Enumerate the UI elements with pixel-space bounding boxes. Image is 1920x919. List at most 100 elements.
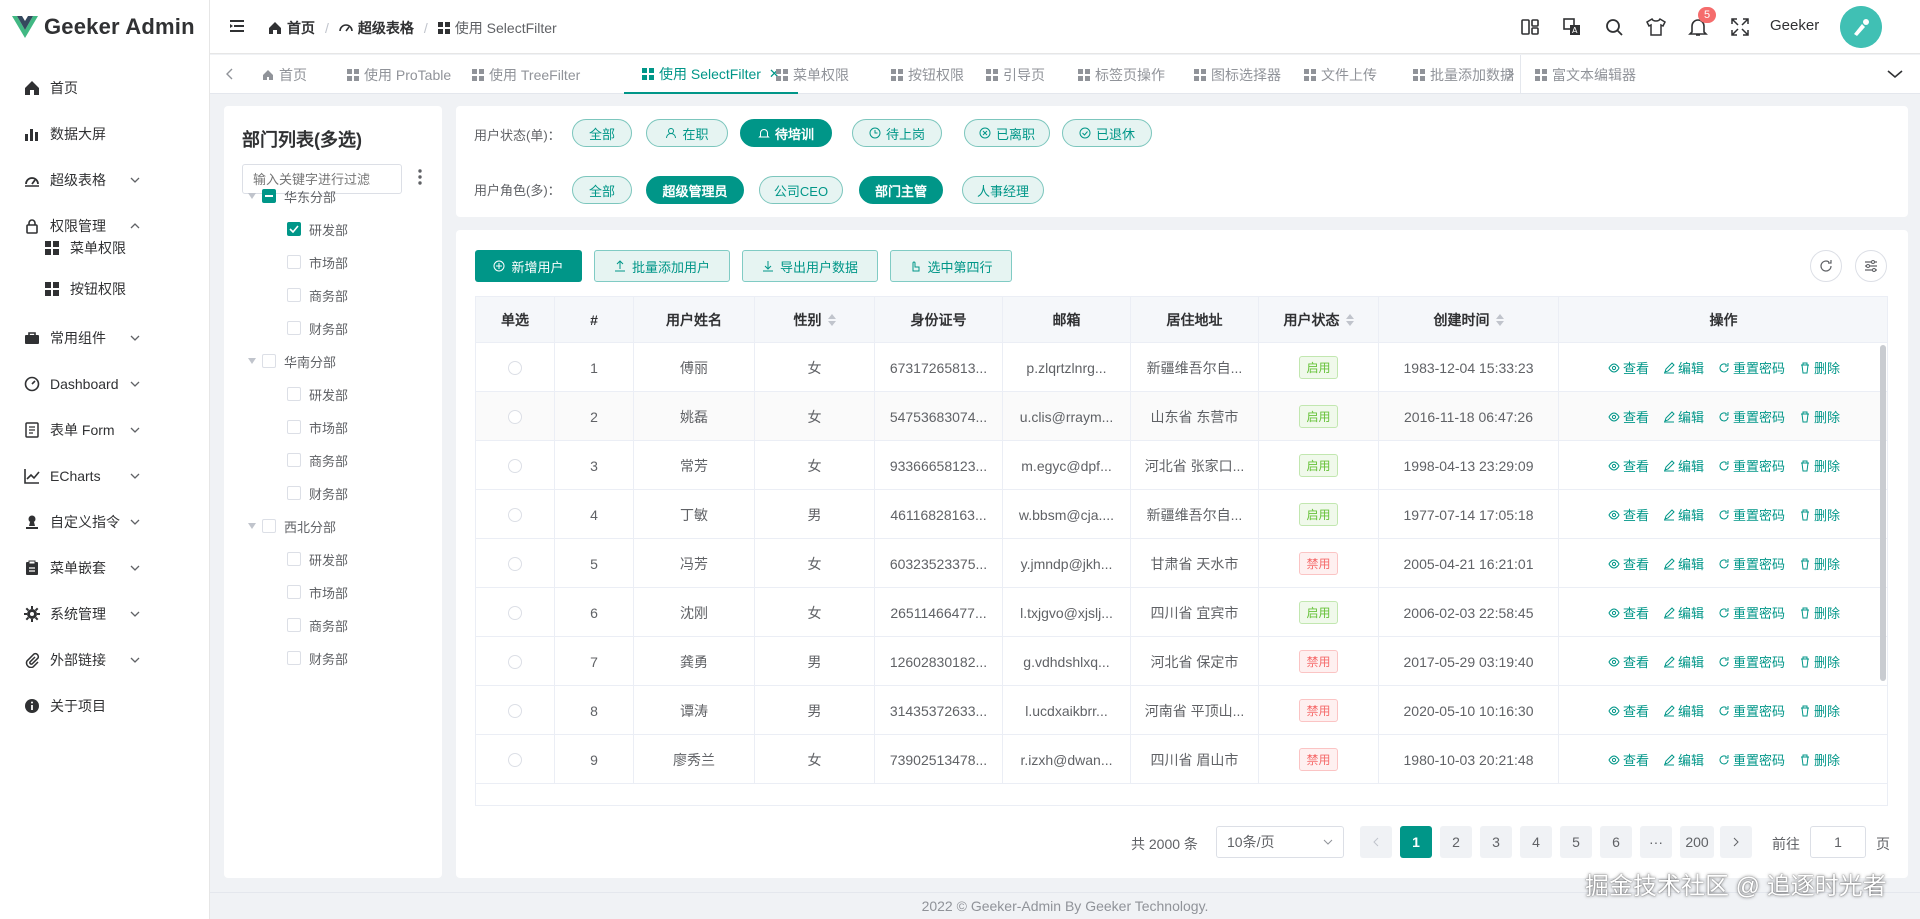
- tree-checkbox[interactable]: [287, 552, 301, 566]
- row-radio[interactable]: [508, 654, 522, 669]
- status-option-6[interactable]: 已退休: [1062, 119, 1152, 147]
- table-row[interactable]: 5 冯芳女 60323523375... y.jmndp@jkh... 甘肃省 天水市 禁…: [476, 539, 1887, 588]
- table-row-partial[interactable]: [476, 784, 1887, 805]
- row-action-2[interactable]: 编辑: [1663, 456, 1704, 475]
- row-radio[interactable]: [508, 458, 522, 473]
- tree-node[interactable]: 市场部: [287, 416, 348, 438]
- tree-checkbox[interactable]: [287, 255, 301, 269]
- role-option-5[interactable]: 人事经理: [962, 176, 1044, 204]
- caret-down-icon[interactable]: [248, 523, 256, 529]
- tree-checkbox[interactable]: [287, 222, 301, 236]
- batch-add-button[interactable]: 批量添加用户: [594, 250, 730, 282]
- tree-checkbox[interactable]: [287, 288, 301, 302]
- row-action-1[interactable]: 查看: [1608, 554, 1649, 573]
- tab-6[interactable]: 按钮权限: [891, 55, 964, 94]
- table-row[interactable]: 8 谭涛男 31435372633... l.ucdxaikbrr... 河南省 平顶山…: [476, 686, 1887, 735]
- status-option-2[interactable]: 在职: [646, 119, 728, 147]
- row-action-1[interactable]: 查看: [1608, 505, 1649, 524]
- row-action-1[interactable]: 查看: [1608, 456, 1649, 475]
- column-header[interactable]: 创建时间: [1379, 297, 1559, 343]
- tree-node[interactable]: 华东分部: [248, 185, 336, 207]
- username[interactable]: Geeker: [1770, 17, 1819, 34]
- row-action-4[interactable]: 删除: [1799, 407, 1840, 426]
- status-option-4[interactable]: 待上岗: [852, 119, 942, 147]
- row-action-3[interactable]: 重置密码: [1718, 652, 1785, 671]
- tree-node[interactable]: 研发部: [287, 218, 348, 240]
- column-header[interactable]: 性别: [755, 297, 875, 343]
- tab-3[interactable]: 使用 TreeFilter: [472, 55, 580, 94]
- row-action-2[interactable]: 编辑: [1663, 603, 1704, 622]
- row-action-3[interactable]: 重置密码: [1718, 358, 1785, 377]
- breadcrumb-item-home[interactable]: 首页: [287, 18, 315, 38]
- tree-checkbox[interactable]: [287, 618, 301, 632]
- tree-node[interactable]: 商务部: [287, 449, 348, 471]
- tree-checkbox[interactable]: [287, 486, 301, 500]
- tree-checkbox[interactable]: [262, 519, 276, 533]
- table-row[interactable]: 4 丁敏男 46116828163... w.bbsm@cja.... 新疆维吾尔自..…: [476, 490, 1887, 539]
- row-action-2[interactable]: 编辑: [1663, 701, 1704, 720]
- sidebar-item-15[interactable]: 关于项目: [0, 678, 210, 734]
- page-button[interactable]: 4: [1520, 826, 1552, 858]
- add-user-button[interactable]: 新增用户: [475, 250, 582, 282]
- tabs-dropdown-icon[interactable]: [1887, 68, 1903, 80]
- page-button[interactable]: 6: [1600, 826, 1632, 858]
- sort-icon[interactable]: [1345, 313, 1354, 326]
- table-row[interactable]: 1 傅丽女 67317265813... p.zlqrtzlnrg... 新疆维吾尔自.…: [476, 343, 1887, 392]
- breadcrumb-item-table[interactable]: 超级表格: [358, 18, 414, 38]
- row-action-1[interactable]: 查看: [1608, 652, 1649, 671]
- tree-checkbox[interactable]: [287, 387, 301, 401]
- row-action-2[interactable]: 编辑: [1663, 750, 1704, 769]
- table-row[interactable]: 3 常芳女 93366658123... m.egyc@dpf... 河北省 张家口..…: [476, 441, 1887, 490]
- row-action-4[interactable]: 删除: [1799, 554, 1840, 573]
- row-action-3[interactable]: 重置密码: [1718, 554, 1785, 573]
- tree-node[interactable]: 商务部: [287, 614, 348, 636]
- row-action-3[interactable]: 重置密码: [1718, 407, 1785, 426]
- tree-node[interactable]: 市场部: [287, 581, 348, 603]
- row-action-1[interactable]: 查看: [1608, 603, 1649, 622]
- role-option-1[interactable]: 全部: [572, 176, 632, 204]
- row-action-3[interactable]: 重置密码: [1718, 505, 1785, 524]
- tab-7[interactable]: 引导页: [986, 55, 1045, 94]
- tab-scroll-right-icon[interactable]: [1506, 68, 1514, 80]
- row-radio[interactable]: [508, 556, 522, 571]
- status-option-5[interactable]: 已离职: [964, 119, 1050, 147]
- row-action-1[interactable]: 查看: [1608, 701, 1649, 720]
- row-action-4[interactable]: 删除: [1799, 701, 1840, 720]
- page-button[interactable]: 200: [1680, 826, 1714, 858]
- sidebar-item-6[interactable]: 按钮权限: [0, 264, 210, 314]
- page-button[interactable]: 5: [1560, 826, 1592, 858]
- page-button[interactable]: 1: [1400, 826, 1432, 858]
- page-button[interactable]: ···: [1640, 826, 1672, 858]
- row-action-1[interactable]: 查看: [1608, 750, 1649, 769]
- fullscreen-icon[interactable]: [1730, 17, 1750, 37]
- tab-2[interactable]: 使用 ProTable: [347, 55, 451, 94]
- page-button[interactable]: 3: [1480, 826, 1512, 858]
- tree-node[interactable]: 市场部: [287, 251, 348, 273]
- sort-icon[interactable]: [827, 313, 836, 326]
- row-action-3[interactable]: 重置密码: [1718, 750, 1785, 769]
- row-action-3[interactable]: 重置密码: [1718, 456, 1785, 475]
- row-action-2[interactable]: 编辑: [1663, 407, 1704, 426]
- row-action-2[interactable]: 编辑: [1663, 505, 1704, 524]
- tab-12[interactable]: 富文本编辑器: [1535, 55, 1636, 94]
- tree-checkbox[interactable]: [262, 354, 276, 368]
- collapse-menu-icon[interactable]: [228, 17, 246, 35]
- page-size-select[interactable]: 10条/页: [1216, 826, 1344, 858]
- row-action-2[interactable]: 编辑: [1663, 358, 1704, 377]
- tree-node[interactable]: 财务部: [287, 317, 348, 339]
- tree-checkbox[interactable]: [287, 420, 301, 434]
- row-action-1[interactable]: 查看: [1608, 407, 1649, 426]
- tab-8[interactable]: 标签页操作: [1078, 55, 1165, 94]
- tree-node[interactable]: 华南分部: [248, 350, 336, 372]
- tree-node[interactable]: 研发部: [287, 548, 348, 570]
- table-row[interactable]: 7 龚勇男 12602830182... g.vdhdshlxq... 河北省 保定市 禁…: [476, 637, 1887, 686]
- row-action-4[interactable]: 删除: [1799, 603, 1840, 622]
- refresh-button[interactable]: [1810, 250, 1842, 282]
- row-action-4[interactable]: 删除: [1799, 652, 1840, 671]
- tree-node[interactable]: 财务部: [287, 647, 348, 669]
- role-option-4[interactable]: 部门主管: [859, 176, 943, 204]
- role-option-2[interactable]: 超级管理员: [646, 176, 744, 204]
- tab-11[interactable]: 批量添加数据: [1413, 55, 1514, 94]
- tree-node[interactable]: 商务部: [287, 284, 348, 306]
- table-row[interactable]: 2 姚磊女 54753683074... u.clis@rraym... 山东省 东营市…: [476, 392, 1887, 441]
